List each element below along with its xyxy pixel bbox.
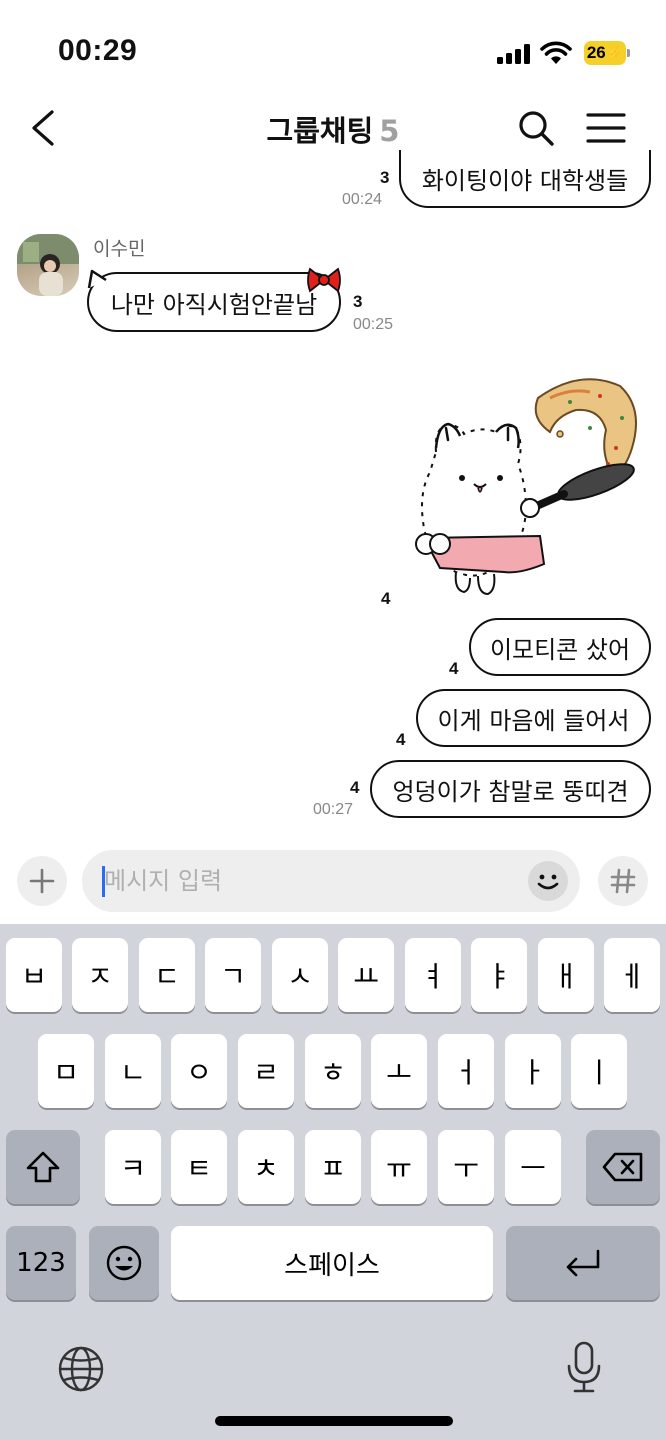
key[interactable]: ㅗ [371, 1034, 427, 1108]
attach-plus-button[interactable] [17, 856, 67, 906]
emoji-smiley-icon [106, 1245, 142, 1281]
message-time: 00:27 [313, 801, 354, 818]
hashtag-icon [610, 868, 636, 894]
key[interactable]: ㅐ [538, 938, 594, 1012]
message-bubble[interactable]: 화이팅이야 대학생들 [399, 150, 651, 208]
key[interactable]: ㅜ [438, 1130, 494, 1204]
hashtag-button[interactable] [598, 856, 648, 906]
search-icon[interactable] [516, 108, 556, 148]
key[interactable]: ㅊ [238, 1130, 294, 1204]
smiley-icon [537, 874, 559, 890]
message-bubble[interactable]: 이게 마음에 들어서 [416, 689, 651, 747]
cat-cooking-pancake-sticker[interactable] [400, 368, 650, 604]
unread-count: 3 [380, 168, 390, 187]
key[interactable]: ㄹ [238, 1034, 294, 1108]
microphone-icon[interactable] [565, 1340, 603, 1396]
key[interactable]: ㅌ [171, 1130, 227, 1204]
shift-key[interactable] [6, 1130, 80, 1204]
key[interactable]: ㅓ [438, 1034, 494, 1108]
key[interactable]: ㅇ [171, 1034, 227, 1108]
sender-name: 이수민 [93, 238, 146, 260]
message-time: 00:25 [353, 316, 394, 333]
home-indicator [215, 1416, 453, 1426]
wifi-icon [540, 41, 572, 64]
key[interactable]: ㄷ [139, 938, 195, 1012]
page-title: 그룹채팅 5 [0, 108, 666, 150]
battery-icon: 26 ⚡ [584, 41, 630, 65]
key[interactable]: ㅑ [471, 938, 527, 1012]
key[interactable]: ㄱ [205, 938, 261, 1012]
backspace-key[interactable] [586, 1130, 660, 1204]
key[interactable]: ㅣ [571, 1034, 627, 1108]
key[interactable]: ㅔ [604, 938, 660, 1012]
key[interactable]: ㅠ [371, 1130, 427, 1204]
message-input[interactable] [104, 850, 504, 912]
key[interactable]: ㅋ [105, 1130, 161, 1204]
key[interactable]: ㅁ [38, 1034, 94, 1108]
message-text: 이모티콘 샀어 [489, 635, 631, 664]
emoji-key[interactable] [89, 1226, 159, 1300]
battery-level: 26 [586, 43, 606, 62]
key[interactable]: ㅂ [6, 938, 62, 1012]
key[interactable]: ㅈ [72, 938, 128, 1012]
key[interactable]: ㅎ [305, 1034, 361, 1108]
unread-count: 4 [350, 778, 360, 797]
key[interactable]: ㅅ [272, 938, 328, 1012]
key[interactable]: ㅍ [305, 1130, 361, 1204]
avatar[interactable] [17, 234, 79, 296]
key[interactable]: ㅡ [505, 1130, 561, 1204]
chat-title: 그룹채팅 [266, 114, 374, 148]
message-text: 화이팅이야 대학생들 [421, 166, 629, 195]
key[interactable]: ㄴ [105, 1034, 161, 1108]
menu-icon[interactable] [586, 110, 626, 146]
emoticon-button[interactable] [528, 861, 568, 901]
return-key[interactable] [506, 1226, 660, 1300]
unread-count: 4 [396, 730, 406, 749]
message-text: 엉덩이가 참말로 뚱띠견 [392, 777, 629, 806]
bubble-cat-ear-icon [87, 269, 107, 289]
unread-count: 3 [353, 292, 363, 311]
status-time: 00:29 [58, 34, 138, 67]
cellular-signal-icon [497, 44, 531, 64]
keyboard: ㅂ ㅈ ㄷ ㄱ ㅅ ㅛ ㅕ ㅑ ㅐ ㅔ ㅁ ㄴ ㅇ ㄹ ㅎ ㅗ ㅓ ㅏ ㅣ ㅋ … [0, 924, 666, 1440]
backspace-icon [602, 1152, 643, 1182]
message-time: 00:24 [342, 191, 383, 208]
key[interactable]: ㅕ [405, 938, 461, 1012]
plus-icon [29, 868, 55, 894]
message-bubble[interactable]: 이모티콘 샀어 [469, 618, 651, 676]
member-count: 5 [379, 114, 400, 148]
unread-count: 4 [381, 589, 391, 608]
space-key[interactable]: 스페이스 [171, 1226, 493, 1300]
return-arrow-icon [566, 1249, 600, 1277]
message-input-container[interactable] [82, 850, 580, 912]
message-text: 나만 아직시험안끝남 [110, 290, 318, 319]
numbers-key[interactable]: 123 [6, 1226, 76, 1300]
key[interactable]: ㅏ [505, 1034, 561, 1108]
shift-arrow-icon [26, 1151, 60, 1183]
globe-icon[interactable] [57, 1345, 105, 1393]
key[interactable]: ㅛ [338, 938, 394, 1012]
red-bow-icon [307, 267, 341, 293]
message-bubble[interactable]: 엉덩이가 참말로 뚱띠견 [370, 760, 651, 818]
message-text: 이게 마음에 들어서 [437, 706, 630, 735]
unread-count: 4 [449, 659, 459, 678]
message-bubble[interactable]: 나만 아직시험안끝남 [87, 272, 341, 332]
